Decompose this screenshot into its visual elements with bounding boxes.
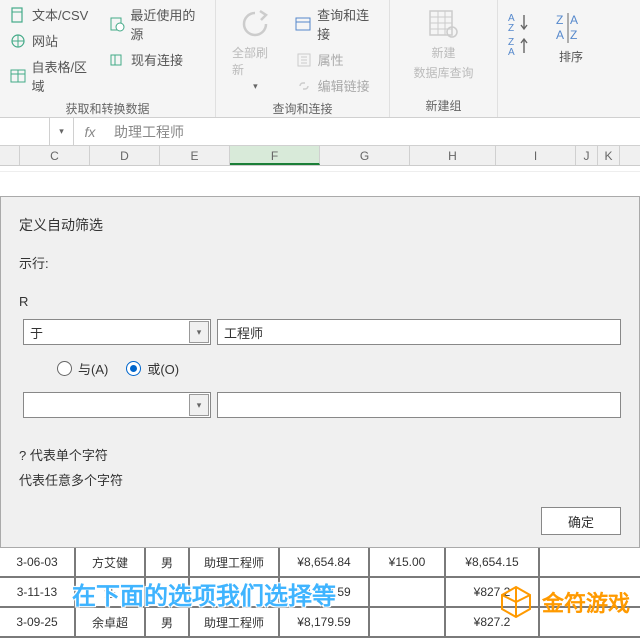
select-all-corner[interactable] <box>0 146 20 165</box>
value-combo-2[interactable] <box>217 392 621 418</box>
col-d[interactable]: D <box>90 146 160 165</box>
sort-button[interactable]: ZAAZ 排序 <box>544 7 598 69</box>
queries-connections[interactable]: 查询和连接 <box>292 3 383 45</box>
database-icon <box>426 7 460 41</box>
file-icon <box>9 6 27 24</box>
name-box[interactable] <box>0 118 50 145</box>
fx-button[interactable]: fx <box>74 124 106 140</box>
combo-dropdown-btn[interactable]: ▾ <box>189 394 209 416</box>
refresh-icon <box>238 7 272 41</box>
edit-links: 编辑链接 <box>292 74 383 97</box>
from-web[interactable]: 网站 <box>6 29 101 52</box>
ok-button[interactable]: 确定 <box>541 507 621 535</box>
chevron-down-icon: ▾ <box>59 126 64 137</box>
table-icon <box>9 67 26 85</box>
brand-watermark: 金符游戏 <box>498 584 630 620</box>
ribbon: 文本/CSV 网站 自表格/区域 最近使用的源 现有连接 获取和转换数据 全部刷… <box>0 0 640 118</box>
properties: 属性 <box>292 48 383 71</box>
dialog-field-label: R <box>19 294 621 309</box>
properties-icon <box>295 51 313 69</box>
sort-controls[interactable]: AZ ZA <box>504 7 536 61</box>
ribbon-group-get-data: 文本/CSV 网站 自表格/区域 最近使用的源 现有连接 获取和转换数据 <box>0 0 216 117</box>
value-combo-1[interactable]: 工程师 <box>217 319 621 345</box>
radio-or[interactable]: 或(O) <box>126 359 179 378</box>
queries-icon <box>295 15 312 33</box>
subtitle-overlay: 在下面的选项我们选择等 <box>72 576 336 611</box>
svg-text:A: A <box>556 28 564 42</box>
connection-icon <box>108 51 126 69</box>
ribbon-group-queries: 全部刷新 ▾ 查询和连接 属性 编辑链接 查询和连接 <box>216 0 390 117</box>
svg-text:A: A <box>508 47 515 57</box>
criteria-row-2: ▾ <box>23 392 621 418</box>
link-icon <box>295 77 313 95</box>
col-l[interactable]: L <box>620 146 640 165</box>
criteria-row-1: 于 ▾ 工程师 <box>23 319 621 345</box>
dialog-subtitle: 示行: <box>19 253 621 272</box>
col-h[interactable]: H <box>410 146 496 165</box>
brand-cube-icon <box>498 584 534 620</box>
svg-text:Z: Z <box>570 28 577 42</box>
refresh-all[interactable]: 全部刷新 ▾ <box>222 3 289 97</box>
from-text-csv[interactable]: 文本/CSV <box>6 3 101 26</box>
group-label: 获取和转换数据 <box>6 97 209 117</box>
formula-bar: ▾ fx 助理工程师 <box>0 118 640 146</box>
sort-desc-icon[interactable]: ZA <box>508 35 532 57</box>
chevron-down-icon: ▾ <box>197 327 202 338</box>
radio-and[interactable]: 与(A) <box>57 359 108 378</box>
col-g[interactable]: G <box>320 146 410 165</box>
col-i[interactable]: I <box>496 146 576 165</box>
group-label: 查询和连接 <box>222 97 383 117</box>
chevron-down-icon: ▾ <box>197 400 202 411</box>
combo-dropdown-btn[interactable]: ▾ <box>189 321 209 343</box>
dialog-title: 定义自动筛选 <box>19 215 621 235</box>
formula-value[interactable]: 助理工程师 <box>106 122 184 142</box>
ribbon-group-new: 新建 数据库查询 新建组 <box>390 0 498 117</box>
col-f[interactable]: F <box>230 146 320 165</box>
group-label: 新建组 <box>396 94 491 114</box>
operator-combo-1[interactable]: 于 ▾ <box>23 319 211 345</box>
radio-off-icon <box>57 361 72 376</box>
brand-text: 金符游戏 <box>542 586 630 618</box>
svg-text:Z: Z <box>556 13 563 27</box>
operator-combo-2[interactable]: ▾ <box>23 392 211 418</box>
svg-text:Z: Z <box>508 23 514 33</box>
chevron-down-icon: ▾ <box>253 81 258 92</box>
col-e[interactable]: E <box>160 146 230 165</box>
sheet-row <box>0 166 640 172</box>
logic-radios: 与(A) 或(O) <box>57 359 621 378</box>
svg-text:A: A <box>570 13 578 27</box>
autofilter-dialog: 定义自动筛选 示行: R 于 ▾ 工程师 与(A) 或(O) ▾ ? 代表单个字… <box>0 196 640 548</box>
col-c[interactable]: C <box>20 146 90 165</box>
name-box-dropdown[interactable]: ▾ <box>50 118 74 145</box>
column-headers: C D E F G H I J K L <box>0 146 640 166</box>
sort-asc-icon[interactable]: AZ <box>508 11 532 33</box>
table-row: 3-06-03 方艾健 男 助理工程师 ¥8,654.84 ¥15.00 ¥8,… <box>0 548 640 578</box>
new-db-query[interactable]: 新建 数据库查询 <box>403 3 483 85</box>
wildcard-hints: ? 代表单个字符 代表任意多个字符 <box>19 444 621 493</box>
recent-icon <box>108 15 125 33</box>
from-table-range[interactable]: 自表格/区域 <box>6 55 101 97</box>
ribbon-group-sort: AZ ZA ZAAZ 排序 <box>498 0 640 117</box>
col-k[interactable]: K <box>598 146 620 165</box>
recent-sources[interactable]: 最近使用的源 <box>105 3 209 45</box>
globe-icon <box>9 32 27 50</box>
col-j[interactable]: J <box>576 146 598 165</box>
sort-big-icon: ZAAZ <box>554 11 588 45</box>
radio-on-icon <box>126 361 141 376</box>
existing-connections[interactable]: 现有连接 <box>105 48 209 71</box>
